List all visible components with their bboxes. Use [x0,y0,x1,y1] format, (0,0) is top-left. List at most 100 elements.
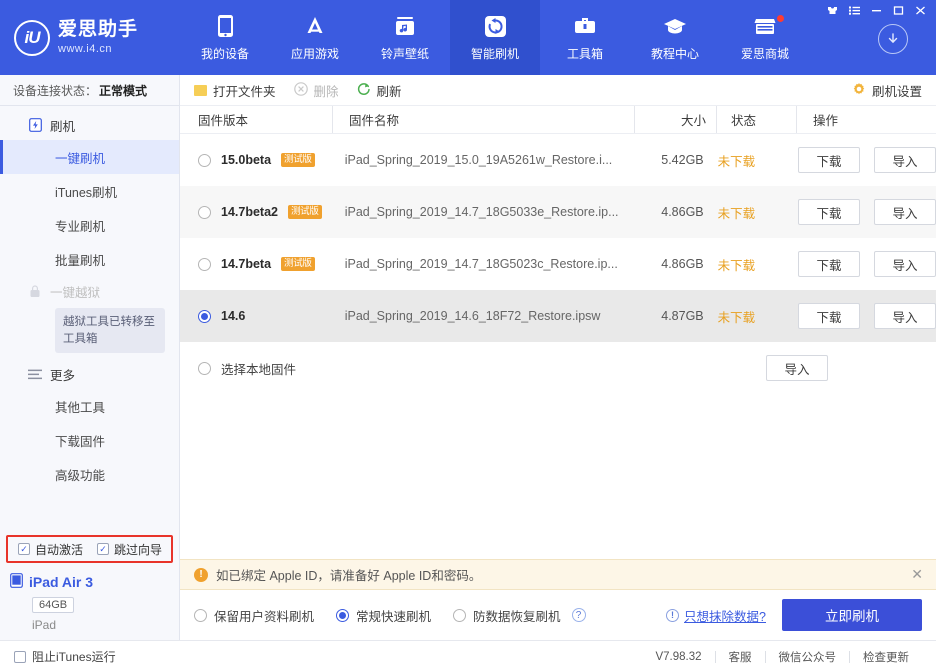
open-folder-button[interactable]: 打开文件夹 [194,81,276,100]
download-button[interactable]: 下载 [798,147,860,173]
checkbox-box-icon [14,651,26,663]
table-row[interactable]: 14.6 iPad_Spring_2019_14.6_18F72_Restore… [180,290,936,342]
checkbox-auto-activate[interactable]: 自动激活 [18,541,83,558]
firmware-status: 未下载 [704,307,782,326]
beta-tag: 测试版 [281,153,315,167]
nav-item-toolbox[interactable]: 工具箱 [540,0,630,75]
sidebar-item-label: 其他工具 [55,397,105,416]
sidebar-item-pro-flash[interactable]: 专业刷机 [0,208,179,242]
maximize-icon[interactable] [888,3,908,18]
window-controls [822,3,930,18]
open-folder-label: 打开文件夹 [213,81,276,100]
nav-item-ringtone-wallpaper[interactable]: 铃声壁纸 [360,0,450,75]
import-button[interactable]: 导入 [874,303,936,329]
sidebar-item-one-key-flash[interactable]: 一键刷机 [0,140,179,174]
music-icon [394,13,416,39]
nav-item-apps-games[interactable]: 应用游戏 [270,0,360,75]
checkbox-skip-wizard[interactable]: 跳过向导 [97,541,162,558]
download-circle-icon[interactable] [878,24,908,54]
sidebar-item-download-firmware[interactable]: 下载固件 [0,423,179,457]
sidebar-item-other-tools[interactable]: 其他工具 [0,389,179,423]
notification-badge-icon [777,15,784,22]
sidebar-item-batch-flash[interactable]: 批量刷机 [0,242,179,276]
row-actions: 下载 导入 [782,251,936,277]
column-header-action: 操作 [796,106,936,133]
sidebar-menu: 刷机 一键刷机 iTunes刷机 专业刷机 批量刷机 [0,106,179,531]
column-header-size-label: 大小 [681,110,716,129]
checkbox-box-icon [97,543,109,555]
table-row[interactable]: 15.0beta 测试版 iPad_Spring_2019_15.0_19A52… [180,134,936,186]
table-row[interactable]: 14.7beta2 测试版 iPad_Spring_2019_14.7_18G5… [180,186,936,238]
nav-item-tutorial-center[interactable]: 教程中心 [630,0,720,75]
table-row[interactable]: 14.7beta 测试版 iPad_Spring_2019_14.7_18G50… [180,238,936,290]
help-icon[interactable]: ? [572,608,586,622]
toolbox-icon [573,13,597,39]
refresh-icon [357,82,371,99]
nav-label: 铃声壁纸 [381,45,429,62]
check-update-link[interactable]: 检查更新 [850,649,922,665]
beta-tag: 测试版 [288,205,322,219]
import-button[interactable]: 导入 [874,147,936,173]
minimize-icon[interactable] [866,3,886,18]
column-header-status: 状态 [716,106,796,133]
firmware-radio[interactable] [198,206,211,219]
firmware-radio[interactable] [198,154,211,167]
radio-normal-fast-flash[interactable]: 常规快速刷机 [336,606,431,625]
sidebar-item-label: 一键越狱 [50,282,100,301]
import-button[interactable]: 导入 [766,355,828,381]
close-icon[interactable] [910,3,930,18]
notice-close-icon[interactable]: ✕ [911,566,923,583]
firmware-radio[interactable] [198,310,211,323]
radio-anti-recovery-flash[interactable]: 防数据恢复刷机 ? [453,606,586,625]
sidebar-item-itunes-flash[interactable]: iTunes刷机 [0,174,179,208]
firmware-filename: iPad_Spring_2019_14.7_18G5023c_Restore.i… [329,257,624,271]
firmware-filename: iPad_Spring_2019_14.7_18G5033e_Restore.i… [329,205,624,219]
refresh-label: 刷新 [377,81,402,100]
sidebar-item-label: 下载固件 [55,431,105,450]
refresh-button[interactable]: 刷新 [357,81,402,100]
flash-settings-button[interactable]: 刷机设置 [852,81,922,100]
flash-settings-label: 刷机设置 [872,81,922,100]
nav-label: 智能刷机 [471,45,519,62]
table-header: 固件版本 固件名称 大小 状态 操作 [180,106,936,134]
skin-icon[interactable] [822,3,842,18]
download-button[interactable]: 下载 [798,303,860,329]
local-firmware-radio[interactable] [198,362,211,375]
flash-now-button[interactable]: 立即刷机 [782,599,922,631]
delete-button[interactable]: 删除 [294,81,339,100]
action-bar: 保留用户资料刷机 常规快速刷机 防数据恢复刷机 ? ! 只想抹除数据? 立 [180,590,936,640]
customer-service-link[interactable]: 客服 [716,649,765,665]
firmware-radio[interactable] [198,258,211,271]
store-icon [753,13,777,39]
nav-label: 教程中心 [651,45,699,62]
beta-tag: 测试版 [281,257,315,271]
download-button[interactable]: 下载 [798,199,860,225]
refresh-icon [484,13,507,39]
top-navigation-bar: iU 爱思助手 www.i4.cn 我的设备 应用游戏 [0,0,936,75]
ipad-icon [10,573,23,591]
content-area: 打开文件夹 删除 刷新 [180,75,936,640]
firmware-status: 未下载 [704,203,782,222]
option-label: 常规快速刷机 [356,606,431,625]
menu-icon[interactable] [844,3,864,18]
firmware-size: 4.86GB [624,257,704,271]
checkbox-block-itunes[interactable]: 阻止iTunes运行 [14,648,116,665]
radio-keep-user-data[interactable]: 保留用户资料刷机 [194,606,314,625]
checkbox-label: 跳过向导 [114,541,162,558]
erase-data-link[interactable]: ! 只想抹除数据? [666,606,766,625]
table-row-local-firmware[interactable]: 选择本地固件 导入 [180,342,936,394]
wechat-link[interactable]: 微信公众号 [766,649,850,665]
firmware-size: 4.86GB [624,205,704,219]
import-button[interactable]: 导入 [874,251,936,277]
sidebar-item-advanced[interactable]: 高级功能 [0,457,179,491]
exclamation-icon: ! [194,568,208,582]
app-logo-icon: iU [14,20,50,56]
firmware-size: 4.87GB [624,309,704,323]
download-button[interactable]: 下载 [798,251,860,277]
nav-item-store[interactable]: 爱思商城 [720,0,810,75]
device-card[interactable]: iPad Air 3 64GB iPad [0,565,179,640]
import-button[interactable]: 导入 [874,199,936,225]
nav-item-smart-flash[interactable]: 智能刷机 [450,0,540,75]
nav-item-my-device[interactable]: 我的设备 [180,0,270,75]
firmware-version: 14.6 [221,309,245,323]
